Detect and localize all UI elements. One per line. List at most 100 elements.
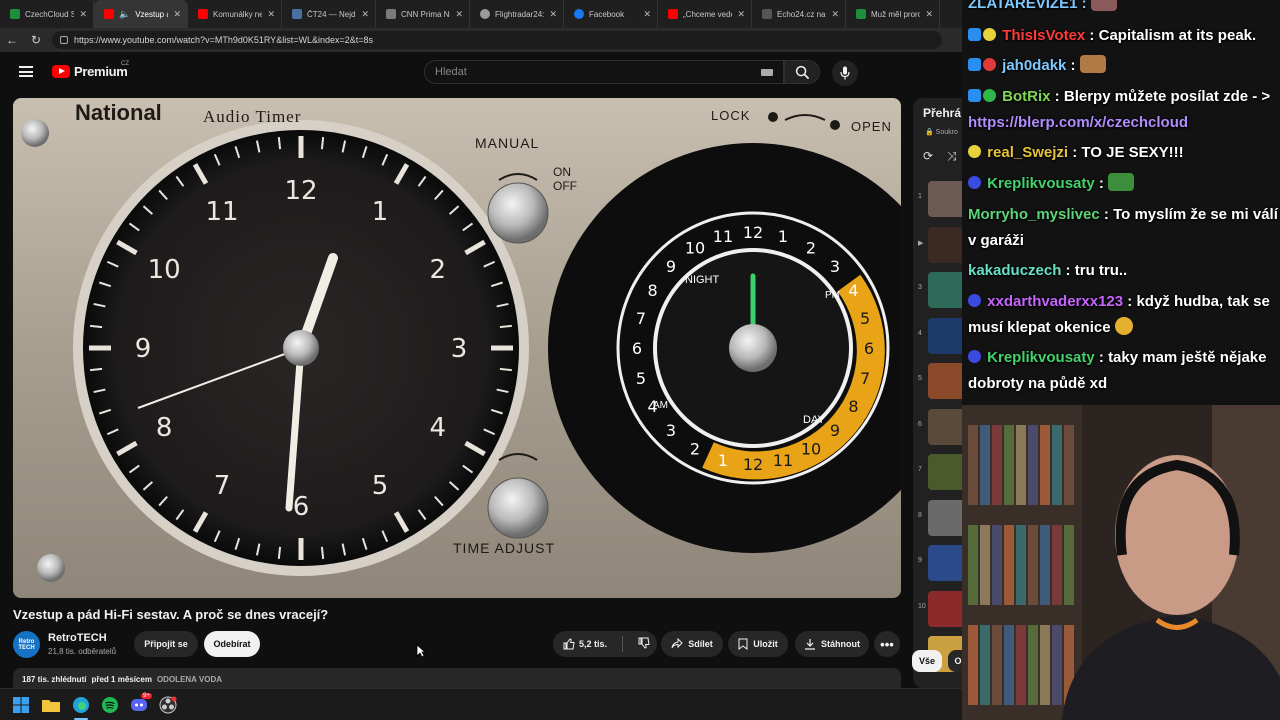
- book-spine: [968, 425, 978, 505]
- speaker-icon[interactable]: 🔈: [119, 9, 130, 20]
- timer-numeral: 3: [830, 257, 840, 276]
- clock-numeral: 6: [293, 492, 310, 522]
- search-input[interactable]: Hledat: [424, 60, 784, 84]
- playlist-item[interactable]: 6: [913, 407, 962, 447]
- region-code: CZ: [121, 61, 129, 67]
- save-button[interactable]: Uložit: [728, 631, 788, 657]
- browser-tab[interactable]: CzechCloud St ✕: [0, 0, 94, 28]
- edge-icon[interactable]: [72, 696, 90, 714]
- search-button[interactable]: [784, 60, 820, 84]
- playlist-item[interactable]: 1: [913, 179, 962, 219]
- book-spine: [968, 625, 978, 705]
- dislike-button[interactable]: [638, 637, 650, 651]
- site-info-icon[interactable]: [60, 36, 68, 44]
- loop-icon[interactable]: ⟳: [923, 149, 933, 163]
- voice-search-button[interactable]: [832, 60, 858, 86]
- clock-numeral: 8: [156, 413, 173, 443]
- more-actions-button[interactable]: •••: [874, 631, 900, 657]
- clock-numeral: 7: [214, 471, 231, 501]
- playlist-item[interactable]: 10: [913, 589, 962, 629]
- like-button[interactable]: 5,2 tis.: [563, 638, 607, 650]
- browser-tab-active[interactable]: 🔈 Vzestup a p ✕: [94, 0, 188, 28]
- browser-tab[interactable]: ČT24 — Nejdů ✕: [282, 0, 376, 28]
- browser-tab[interactable]: Flightradar24: L ✕: [470, 0, 564, 28]
- download-label: Stáhnout: [821, 639, 860, 649]
- tab-close-icon[interactable]: ✕: [361, 9, 369, 20]
- off-label: OFF: [553, 179, 577, 193]
- reload-icon[interactable]: ↻: [24, 33, 48, 47]
- keyboard-icon[interactable]: [761, 69, 773, 76]
- playlist-item[interactable]: 3: [913, 270, 962, 310]
- youtube-logo[interactable]: Premium: [52, 64, 128, 79]
- tab-close-icon[interactable]: ✕: [267, 9, 275, 20]
- timer-night-label: NIGHT: [685, 274, 720, 286]
- tab-close-icon[interactable]: ✕: [79, 9, 87, 20]
- channel-avatar[interactable]: Retro TECH: [13, 631, 40, 658]
- tab-label: „Chceme veden: [683, 9, 732, 19]
- timer-numeral: 9: [830, 421, 840, 440]
- windows-start-icon[interactable]: [12, 696, 30, 714]
- share-icon: [671, 638, 683, 649]
- url-field[interactable]: https://www.youtube.com/watch?v=MTh9d0K5…: [52, 31, 942, 49]
- share-button[interactable]: Sdílet: [661, 631, 723, 657]
- join-button[interactable]: Připojit se: [134, 631, 198, 657]
- playlist-item[interactable]: 7: [913, 452, 962, 492]
- tab-close-icon[interactable]: ✕: [737, 9, 745, 20]
- tab-close-icon[interactable]: ✕: [925, 9, 933, 20]
- browser-tab[interactable]: Facebook ✕: [564, 0, 658, 28]
- playlist-item-number: 9: [918, 557, 922, 564]
- book-spine: [1040, 525, 1050, 605]
- browser-tab[interactable]: „Chceme veden ✕: [658, 0, 752, 28]
- browser-tab[interactable]: Muž měl proro ✕: [846, 0, 940, 28]
- channel-name[interactable]: RetroTECH: [48, 632, 107, 644]
- video-player[interactable]: 12 1 2 3 4 5 6 7 8 9 10 11 National Audio Timer MAN…: [13, 98, 901, 598]
- playlist-item[interactable]: 4: [913, 316, 962, 356]
- youtube-header: Premium CZ Hledat: [0, 52, 962, 92]
- tab-label: ČT24 — Nejdů: [307, 9, 357, 19]
- chat-link[interactable]: https://blerp.com/x/czechcloud: [968, 114, 1188, 131]
- browser-tab[interactable]: Komunálky nebo ✕: [188, 0, 282, 28]
- clock-numeral: 9: [135, 334, 152, 364]
- description-box[interactable]: 187 tis. zhlédnutí před 1 měsícem ODOLEN…: [13, 668, 901, 688]
- tab-close-icon[interactable]: ✕: [831, 9, 839, 20]
- obs-icon[interactable]: [159, 696, 177, 714]
- tab-close-icon[interactable]: ✕: [549, 9, 557, 20]
- tab-close-icon[interactable]: ✕: [643, 9, 651, 20]
- playlist-item[interactable]: ▶: [913, 225, 962, 265]
- browser-tab[interactable]: Echo24.cz na pl ✕: [752, 0, 846, 28]
- clock-numeral: 4: [430, 413, 447, 443]
- tab-label: CzechCloud St: [25, 9, 75, 19]
- tab-label: Flightradar24: L: [495, 9, 545, 19]
- badge-icon: [983, 28, 996, 41]
- windows-logo-icon: [13, 697, 29, 713]
- download-button[interactable]: Stáhnout: [795, 631, 869, 657]
- youtube-page: Premium CZ Hledat 12 1 2 3 4 5 6 7 8 9 1…: [0, 52, 962, 688]
- playlist-item-number: 4: [918, 329, 922, 337]
- browser-address-bar: ← ↻ https://www.youtube.com/watch?v=MTh9…: [0, 28, 962, 52]
- chat-message: Morryho_myslivec : To myslím že se mi vá…: [968, 206, 1278, 249]
- subscribe-button[interactable]: Odebírat: [204, 631, 260, 657]
- timer-numeral: 11: [773, 451, 793, 470]
- spotify-icon[interactable]: [101, 696, 119, 714]
- badge-icon: [968, 28, 981, 41]
- tab-close-icon[interactable]: ✕: [455, 9, 463, 20]
- timer-pm-label: PM: [825, 290, 840, 301]
- book-spine: [1004, 425, 1014, 505]
- playlist-item[interactable]: 9: [913, 543, 962, 583]
- back-icon[interactable]: ←: [0, 33, 24, 47]
- browser-tab[interactable]: CNN Prima Ne ✕: [376, 0, 470, 28]
- playlist-item[interactable]: 5: [913, 361, 962, 401]
- shuffle-icon[interactable]: ⤨: [947, 149, 957, 164]
- book-spine: [1004, 525, 1014, 605]
- url-text: https://www.youtube.com/watch?v=MTh9d0K5…: [74, 35, 373, 45]
- chip-all[interactable]: Vše: [912, 650, 942, 672]
- description-tag[interactable]: ODOLENA VODA: [157, 675, 222, 684]
- playlist-item[interactable]: 8: [913, 498, 962, 538]
- tab-favicon-icon: [480, 9, 490, 19]
- menu-icon[interactable]: [19, 66, 33, 77]
- chip-next[interactable]: O: [948, 650, 962, 672]
- time-adjust-knob: [487, 477, 549, 539]
- tab-close-icon[interactable]: ✕: [173, 9, 181, 20]
- chat-message: ZLATAREVIZE1 :: [968, 0, 1280, 17]
- file-explorer-icon[interactable]: [42, 696, 60, 714]
